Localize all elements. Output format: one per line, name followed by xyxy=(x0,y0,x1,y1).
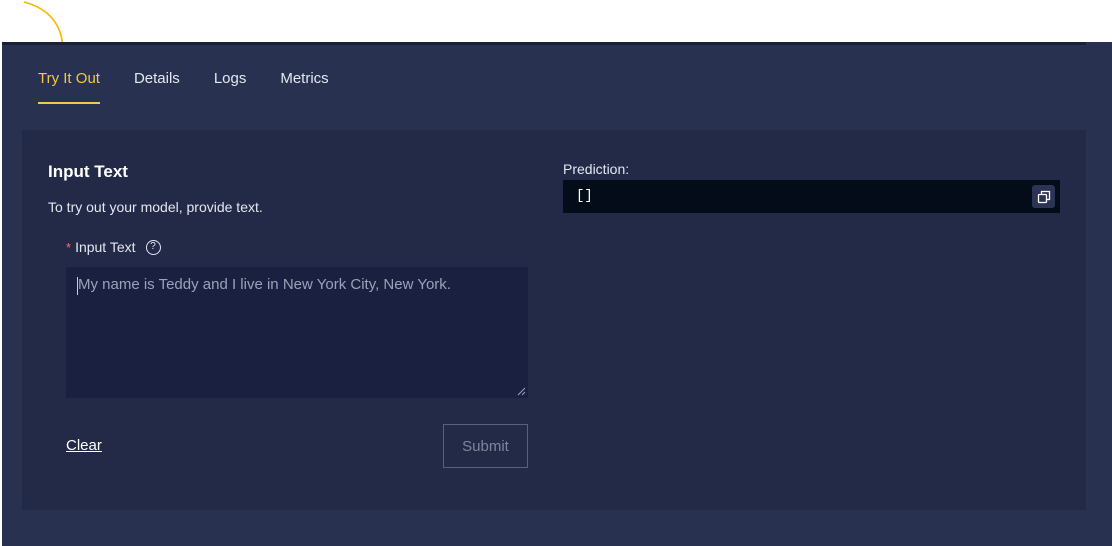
submit-button[interactable]: Submit xyxy=(443,424,528,468)
screenshot-canvas: Try It Out Details Logs Metrics Input Te… xyxy=(0,0,1112,546)
tab-bar: Try It Out Details Logs Metrics xyxy=(38,70,329,104)
input-text-label: Input Text xyxy=(75,239,136,255)
input-text-field-label: * Input Text ? xyxy=(66,239,161,255)
frame-top-divider xyxy=(2,42,1086,45)
input-section-description: To try out your model, provide text. xyxy=(48,199,263,215)
prediction-value: [] xyxy=(576,188,593,204)
text-cursor xyxy=(77,277,78,295)
tab-metrics[interactable]: Metrics xyxy=(280,70,328,104)
resize-grip-icon[interactable] xyxy=(516,386,526,396)
prediction-output: [] xyxy=(563,180,1060,213)
input-text-textarea[interactable] xyxy=(66,267,528,398)
tab-details[interactable]: Details xyxy=(134,70,180,104)
copy-button[interactable] xyxy=(1032,185,1055,208)
tab-try-it-out[interactable]: Try It Out xyxy=(38,70,100,104)
required-marker: * xyxy=(66,239,72,255)
clear-button[interactable]: Clear xyxy=(66,437,102,454)
prediction-label: Prediction: xyxy=(563,161,630,177)
try-it-out-panel: Input Text To try out your model, provid… xyxy=(22,130,1086,510)
tab-logs[interactable]: Logs xyxy=(214,70,247,104)
copy-icon xyxy=(1037,190,1050,203)
input-section-title: Input Text xyxy=(48,162,128,181)
question-circle-icon[interactable]: ? xyxy=(145,239,161,255)
